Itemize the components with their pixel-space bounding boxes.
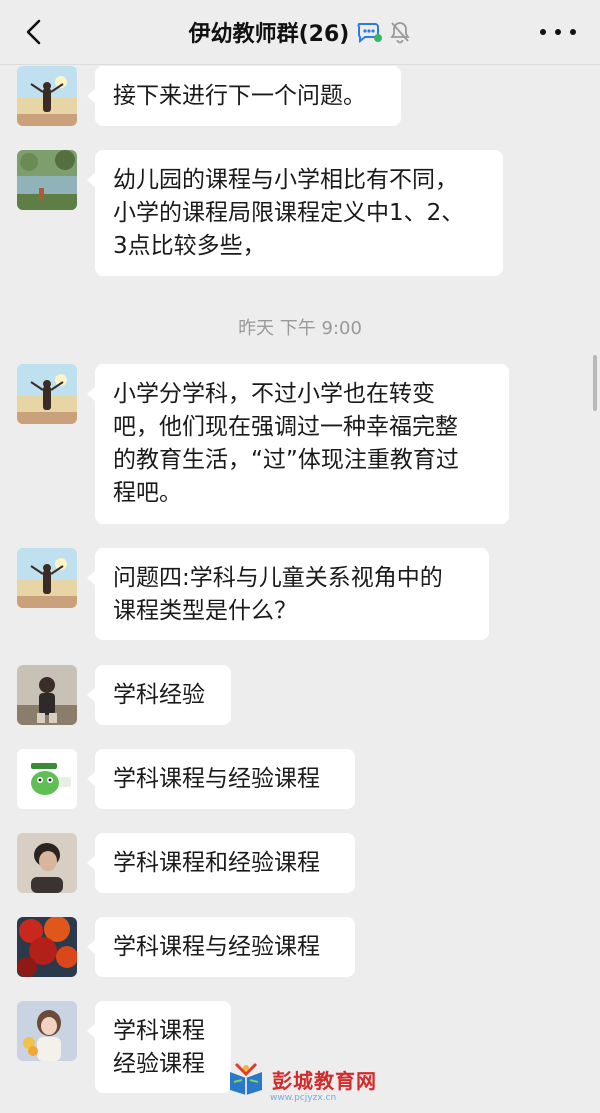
avatar[interactable]: [17, 665, 77, 725]
more-dot: [570, 29, 576, 35]
message-bubble[interactable]: 接下来进行下一个问题。: [87, 66, 401, 126]
scrollbar[interactable]: [593, 355, 597, 411]
message-bubble[interactable]: 小学分学科，不过小学也在转变 吧，他们现在强调过一种幸福完整 的教育生活，“过”…: [87, 364, 509, 524]
chat-title: 伊幼教师群(26): [188, 22, 350, 47]
message-bubble[interactable]: 问题四:学科与儿童关系视角中的 课程类型是什么？: [87, 548, 489, 640]
more-dot: [555, 29, 561, 35]
timestamp: 昨天 下午 9:00: [238, 318, 362, 339]
avatar[interactable]: [17, 66, 77, 126]
more-dot: [540, 29, 546, 35]
avatar[interactable]: [17, 150, 77, 210]
watermark-url: www.pcjyzx.cn: [270, 1093, 337, 1103]
avatar[interactable]: [17, 749, 77, 809]
watermark-name: 彭城教育网: [272, 1068, 377, 1093]
bell-muted-icon: [389, 20, 411, 44]
avatar[interactable]: [17, 364, 77, 424]
more-button[interactable]: [540, 22, 576, 42]
message-bubble[interactable]: 学科课程与经验课程: [87, 917, 355, 977]
avatar[interactable]: [17, 1001, 77, 1061]
watermark-logo: 彭城教育网: [226, 1062, 377, 1096]
message-bubble[interactable]: 幼儿园的课程与小学相比有不同， 小学的课程局限课程定义中1、2、 3点比较多些，: [87, 150, 503, 276]
avatar[interactable]: [17, 833, 77, 893]
message-bubble[interactable]: 学科课程 经验课程: [87, 1001, 231, 1093]
message-bubble[interactable]: 学科课程和经验课程: [87, 833, 355, 893]
group-chat-icon: [355, 20, 383, 44]
message-bubble[interactable]: 学科经验: [87, 665, 231, 725]
avatar[interactable]: [17, 917, 77, 977]
message-list[interactable]: 接下来进行下一个问题。 幼儿园的课程与小学相比有不同， 小学的课程局限课程定义中…: [0, 64, 600, 1113]
book-logo-icon: [230, 1062, 262, 1095]
title-bar: 伊幼教师群(26): [0, 0, 600, 65]
message-bubble[interactable]: 学科课程与经验课程: [87, 749, 355, 809]
avatar[interactable]: [17, 548, 77, 608]
